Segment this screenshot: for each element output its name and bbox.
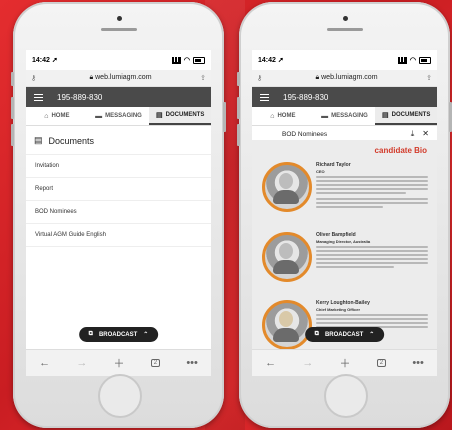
front-camera	[342, 16, 348, 21]
menu-icon[interactable]	[34, 93, 43, 101]
wifi-icon: ◠	[409, 57, 416, 64]
status-time: 14:42	[258, 57, 276, 64]
key-icon[interactable]: ⚷	[31, 74, 47, 82]
back-icon[interactable]: ←	[265, 357, 276, 369]
front-camera	[116, 16, 122, 21]
url-bar[interactable]: ⚷ 🔒︎ web.lumiagm.com ⇪	[26, 70, 211, 87]
candidate-role: CEO	[316, 169, 325, 174]
signal-icon	[171, 56, 181, 64]
documents-title: Documents	[48, 135, 95, 146]
status-bar: 14:42 ➚ ◠	[26, 50, 211, 70]
tab-bar: ⌂ HOME ▬ MESSAGING ▤ DOCUMENTS	[26, 107, 211, 126]
home-icon: ⌂	[270, 112, 275, 120]
share-icon[interactable]: ⇪	[420, 74, 432, 82]
phone-left: 14:42 ➚ ◠ ⚷ 🔒︎ web.lumiagm.com ⇪ 195-889…	[11, 2, 226, 428]
tab-documents[interactable]: ▤ DOCUMENTS	[149, 107, 211, 125]
candidate-role: Chief Marketing Officer	[316, 307, 361, 312]
left-screen: 14:42 ➚ ◠ ⚷ 🔒︎ web.lumiagm.com ⇪ 195-889…	[26, 50, 211, 376]
document-icon: ▤	[34, 135, 43, 145]
app-bar: 195-889-830	[252, 87, 437, 107]
chevron-up-icon: ⌃	[143, 332, 149, 338]
location-arrow-icon: ➚	[51, 57, 58, 64]
candidate-photo	[262, 300, 312, 350]
chat-icon: ▬	[95, 112, 103, 120]
mute-switch	[237, 72, 240, 86]
candidate-photo	[262, 232, 312, 282]
candidate-name: Oliver Bampfield	[316, 232, 356, 238]
tab-messaging[interactable]: ▬ MESSAGING	[88, 107, 150, 125]
back-icon[interactable]: ←	[39, 357, 50, 369]
right-screen: 14:42 ➚ ◠ ⚷ 🔒︎ web.lumiagm.com ⇪ 195-889…	[252, 50, 437, 376]
candidate-name: Richard Taylor	[316, 162, 351, 168]
document-icon: ▤	[382, 112, 389, 119]
earpiece	[326, 28, 363, 31]
cast-icon: ⧉	[88, 331, 93, 337]
tab-documents[interactable]: ▤ DOCUMENTS	[375, 107, 437, 125]
status-bar: 14:42 ➚ ◠	[252, 50, 437, 70]
meeting-id: 195-889-830	[283, 92, 329, 102]
more-icon[interactable]: •••	[186, 357, 198, 369]
meeting-id: 195-889-830	[57, 92, 103, 102]
cast-icon: ⧉	[314, 331, 319, 337]
chevron-up-icon: ⌃	[369, 332, 375, 338]
tab-switcher-button[interactable]: 2	[150, 359, 161, 367]
forward-icon[interactable]: →	[76, 357, 87, 369]
broadcast-label: BROADCAST	[324, 331, 364, 338]
battery-icon	[193, 56, 205, 64]
app-bar: 195-889-830	[26, 87, 211, 107]
forward-icon[interactable]: →	[302, 357, 313, 369]
power-button	[223, 102, 226, 132]
share-icon[interactable]: ⇪	[194, 74, 206, 82]
home-button[interactable]	[323, 374, 368, 418]
document-item-agm-guide[interactable]: Virtual AGM Guide English	[26, 224, 211, 247]
volume-up-button	[11, 97, 14, 119]
viewer-title: BOD Nominees	[282, 130, 328, 138]
phone-right: 14:42 ➚ ◠ ⚷ 🔒︎ web.lumiagm.com ⇪ 195-889…	[237, 2, 452, 428]
tab-messaging[interactable]: ▬ MESSAGING	[314, 107, 376, 125]
location-arrow-icon: ➚	[277, 57, 284, 64]
home-button[interactable]	[97, 374, 142, 418]
wifi-icon: ◠	[183, 57, 190, 64]
document-item-invitation[interactable]: Invitation	[26, 155, 211, 178]
document-item-report[interactable]: Report	[26, 178, 211, 201]
document-item-bod-nominees[interactable]: BOD Nominees	[26, 201, 211, 224]
battery-icon	[419, 56, 431, 64]
browser-toolbar: ← → ＋ 2 •••	[26, 349, 211, 376]
browser-toolbar: ← → ＋ 2 •••	[252, 349, 437, 376]
signal-icon	[397, 56, 407, 64]
lock-icon: 🔒︎	[315, 74, 320, 81]
volume-down-button	[237, 124, 240, 146]
document-icon: ▤	[156, 112, 163, 119]
tab-bar: ⌂ HOME ▬ MESSAGING ▤ DOCUMENTS	[252, 107, 437, 126]
mute-switch	[11, 72, 14, 86]
pdf-heading: candidate Bio	[374, 146, 427, 155]
chat-icon: ▬	[321, 112, 329, 120]
more-icon[interactable]: •••	[412, 357, 424, 369]
download-icon[interactable]: ⤓	[411, 129, 415, 139]
close-icon[interactable]: ✕	[422, 129, 429, 139]
url-text: web.lumiagm.com	[95, 74, 152, 81]
home-icon: ⌂	[44, 112, 49, 120]
broadcast-label: BROADCAST	[98, 331, 138, 338]
volume-down-button	[11, 124, 14, 146]
candidate-name: Kerry Loughton-Bailey	[316, 300, 370, 306]
lock-icon: 🔒︎	[89, 74, 94, 81]
documents-heading: ▤ Documents	[26, 126, 211, 155]
key-icon[interactable]: ⚷	[257, 74, 273, 82]
tab-switcher-button[interactable]: 2	[376, 359, 387, 367]
earpiece	[100, 28, 137, 31]
menu-icon[interactable]	[260, 93, 269, 101]
new-tab-icon[interactable]: ＋	[340, 355, 351, 371]
broadcast-button[interactable]: ⧉ BROADCAST ⌃	[304, 327, 385, 342]
volume-up-button	[237, 97, 240, 119]
url-text: web.lumiagm.com	[321, 74, 378, 81]
tab-home[interactable]: ⌂ HOME	[252, 107, 314, 125]
new-tab-icon[interactable]: ＋	[114, 355, 125, 371]
tab-home[interactable]: ⌂ HOME	[26, 107, 88, 125]
status-time: 14:42	[32, 57, 50, 64]
candidate-role: Managing Director, Australia	[316, 239, 371, 244]
candidate-photo	[262, 162, 312, 212]
broadcast-button[interactable]: ⧉ BROADCAST ⌃	[78, 327, 159, 342]
url-bar[interactable]: ⚷ 🔒︎ web.lumiagm.com ⇪	[252, 70, 437, 87]
